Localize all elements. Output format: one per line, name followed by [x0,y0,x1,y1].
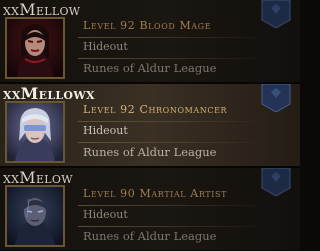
character-league: Runes of Aldur League [83,61,217,75]
divider [78,226,258,227]
character-list: xxMellow Level 92 Blood Mage Hideout Run… [0,0,300,251]
character-level-class: Level 92 Chronomancer [83,103,228,116]
divider [78,121,258,122]
character-league: Runes of Aldur League [83,145,217,159]
martial-artist-portrait-icon [5,185,65,247]
blood-mage-portrait-icon [5,17,65,79]
character-entry[interactable]: xxMelow Level 90 Martial Artist Hideout … [0,168,300,250]
character-location: Hideout [83,208,128,221]
character-location: Hideout [83,40,128,53]
divider [78,37,258,38]
character-entry-selected[interactable]: xxMellowx Level 92 Chronomancer Hideout … [0,84,300,166]
character-entry[interactable]: xxMellow Level 92 Blood Mage Hideout Run… [0,0,300,82]
divider [78,205,258,206]
divider [78,58,258,59]
character-level-class: Level 90 Martial Artist [83,187,228,200]
character-level-class: Level 92 Blood Mage [83,19,212,32]
league-banner-icon [258,168,294,196]
character-league: Runes of Aldur League [83,229,217,243]
chronomancer-portrait-icon [5,101,65,163]
divider [78,142,258,143]
league-banner-icon [258,0,294,28]
character-location: Hideout [83,124,128,137]
league-banner-icon [258,84,294,112]
